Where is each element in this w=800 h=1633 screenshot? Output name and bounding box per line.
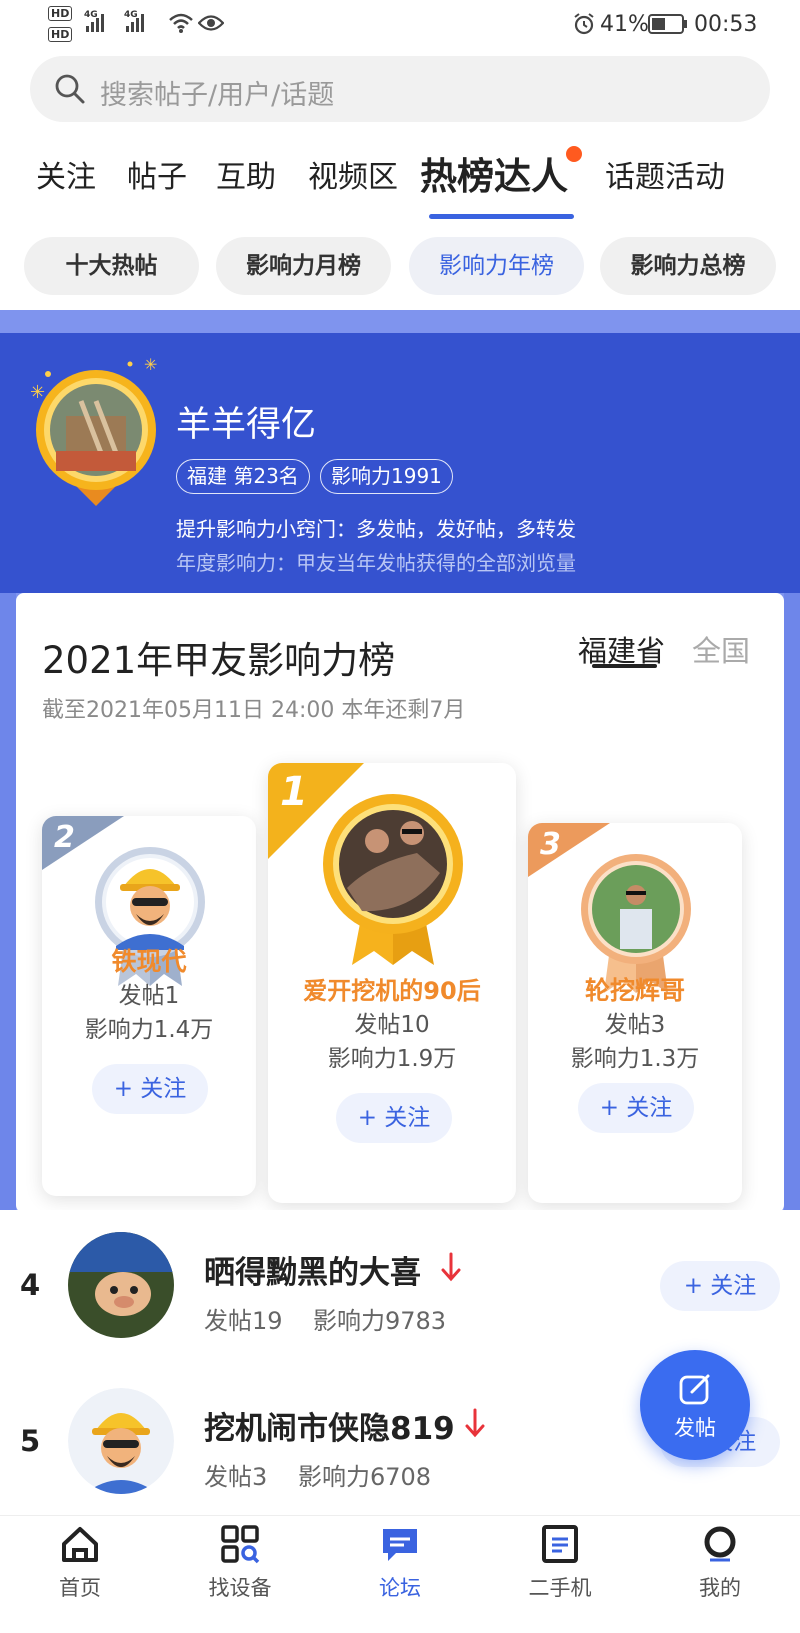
alarm-icon bbox=[574, 13, 594, 35]
my-influence: 影响力1991 bbox=[320, 459, 453, 494]
clock: 00:53 bbox=[694, 12, 758, 37]
follow-button[interactable]: + 关注 bbox=[92, 1064, 208, 1114]
tab-video[interactable]: 视频区 bbox=[308, 152, 398, 196]
battery-percent: 41% bbox=[600, 12, 649, 37]
follow-button[interactable]: + 关注 bbox=[336, 1093, 452, 1143]
search-icon bbox=[55, 74, 85, 104]
podium-name[interactable]: 轮挖辉哥 bbox=[528, 971, 742, 1007]
bottom-nav: 首页 找设备 论坛 二手机 我的 bbox=[0, 1515, 800, 1633]
svg-text:✳: ✳ bbox=[144, 356, 157, 374]
new-badge-dot bbox=[566, 146, 582, 162]
tips-text: 提升影响力小窍门：多发帖，发好帖，多转发 bbox=[176, 517, 576, 541]
eye-icon bbox=[198, 15, 224, 31]
band-edge-right bbox=[784, 593, 800, 1213]
nav-me[interactable]: 我的 bbox=[660, 1524, 780, 1602]
nav-home[interactable]: 首页 bbox=[20, 1524, 140, 1602]
chip-total[interactable]: 影响力总榜 bbox=[600, 237, 776, 295]
rank-number: 2 bbox=[54, 820, 75, 855]
nav-label: 我的 bbox=[699, 1576, 741, 1600]
follow-button[interactable]: + 关注 bbox=[660, 1261, 780, 1311]
ranking-deadline: 截至2021年05月11日 24:00 本年还剩7月 bbox=[42, 698, 466, 723]
tab-hot-ranking[interactable]: 热榜达人 bbox=[420, 146, 568, 200]
signal-icon-2: 4G bbox=[124, 10, 144, 32]
podium-influence: 影响力1.3万 bbox=[570, 1046, 700, 1072]
podium-posts: 发帖3 bbox=[604, 1012, 666, 1038]
podium-posts: 发帖10 bbox=[354, 1012, 430, 1038]
trend-down-icon bbox=[465, 1408, 485, 1438]
region-tab-national[interactable]: 全国 bbox=[692, 628, 750, 670]
my-avatar[interactable]: ✳ ✳ bbox=[26, 356, 166, 512]
avatar[interactable] bbox=[68, 1232, 174, 1338]
rank-number: 1 bbox=[280, 769, 308, 815]
search-bar[interactable]: 搜索帖子/用户/话题 bbox=[30, 56, 770, 122]
home-icon bbox=[62, 1527, 98, 1562]
nav-used-machines[interactable]: 二手机 bbox=[500, 1524, 620, 1602]
list-username[interactable]: 挖机闹市侠隐819 bbox=[204, 1403, 455, 1448]
status-bar: HD HD 4G 4G 41% 00:53 bbox=[0, 0, 800, 50]
compose-post-button[interactable]: 发帖 bbox=[640, 1350, 750, 1460]
edit-icon bbox=[679, 1374, 710, 1405]
signal-icon: 4G bbox=[84, 10, 104, 32]
list-rank: 5 bbox=[20, 1424, 41, 1458]
tab-follow[interactable]: 关注 bbox=[36, 152, 96, 196]
my-region-rank: 福建 第23名 bbox=[176, 459, 310, 494]
hd-badge-1: HD bbox=[48, 6, 73, 21]
tab-topics[interactable]: 话题活动 bbox=[605, 152, 725, 196]
influence-description: 年度影响力：甲友当年发帖获得的全部浏览量 bbox=[176, 551, 576, 575]
band-edge-left bbox=[0, 593, 16, 1213]
my-username: 羊羊得亿 bbox=[176, 405, 317, 445]
battery-icon bbox=[648, 14, 687, 34]
podium-first: 1 爱开挖机的90后 发帖10 影响力1.9万 + 关注 bbox=[268, 763, 516, 1203]
user-icon bbox=[704, 1526, 736, 1562]
list-influence: 影响力6708 bbox=[298, 1463, 432, 1491]
document-icon bbox=[542, 1525, 578, 1563]
nav-label: 找设备 bbox=[208, 1576, 272, 1600]
hd-badge-2: HD bbox=[48, 27, 73, 42]
ranking-title: 2021年甲友影响力榜 bbox=[42, 639, 396, 682]
list-rank: 4 bbox=[20, 1268, 41, 1302]
chip-yearly[interactable]: 影响力年榜 bbox=[409, 237, 584, 295]
avatar[interactable] bbox=[68, 1388, 174, 1494]
tab-posts[interactable]: 帖子 bbox=[127, 152, 187, 196]
podium-second: 2 铁现代 发帖1 影响力1.4万 + 关注 bbox=[42, 816, 256, 1196]
list-influence: 影响力9783 bbox=[313, 1307, 447, 1335]
podium-influence: 影响力1.9万 bbox=[327, 1046, 457, 1072]
podium-third: 3 轮挖辉哥 发帖3 影响力1.3万 + 关注 bbox=[528, 823, 742, 1203]
trend-down-icon bbox=[441, 1252, 461, 1282]
podium-name[interactable]: 铁现代 bbox=[42, 942, 256, 978]
nav-label: 二手机 bbox=[528, 1576, 592, 1600]
compose-label: 发帖 bbox=[674, 1416, 716, 1440]
list-username[interactable]: 晒得黝黑的大喜 bbox=[204, 1247, 421, 1292]
gold-medal-avatar[interactable] bbox=[322, 793, 464, 965]
chip-monthly[interactable]: 影响力月榜 bbox=[216, 237, 391, 295]
podium-influence: 影响力1.4万 bbox=[84, 1017, 214, 1043]
tab-help[interactable]: 互助 bbox=[216, 152, 276, 196]
follow-button[interactable]: + 关注 bbox=[578, 1083, 694, 1133]
search-placeholder: 搜索帖子/用户/话题 bbox=[100, 80, 335, 111]
podium-posts: 发帖1 bbox=[118, 983, 180, 1009]
list-posts: 发帖3 bbox=[204, 1463, 268, 1491]
wifi-icon bbox=[169, 13, 193, 33]
chat-icon bbox=[383, 1529, 417, 1561]
app-root: HD HD 4G 4G 41% 00:53 搜索帖子/用户/话题 关注 帖子 互… bbox=[0, 0, 800, 1633]
grid-search-icon bbox=[221, 1525, 260, 1564]
list-posts: 发帖19 bbox=[204, 1307, 283, 1335]
nav-label: 首页 bbox=[59, 1576, 101, 1600]
nav-forum[interactable]: 论坛 bbox=[340, 1524, 460, 1602]
region-tab-indicator bbox=[592, 664, 657, 668]
nav-label: 论坛 bbox=[379, 1576, 421, 1600]
nav-find-equipment[interactable]: 找设备 bbox=[180, 1524, 300, 1602]
rank-number: 3 bbox=[540, 827, 561, 862]
podium-name[interactable]: 爱开挖机的90后 bbox=[268, 971, 516, 1006]
svg-text:✳: ✳ bbox=[30, 382, 45, 403]
tab-active-indicator bbox=[429, 214, 574, 219]
chip-top10[interactable]: 十大热帖 bbox=[24, 237, 199, 295]
